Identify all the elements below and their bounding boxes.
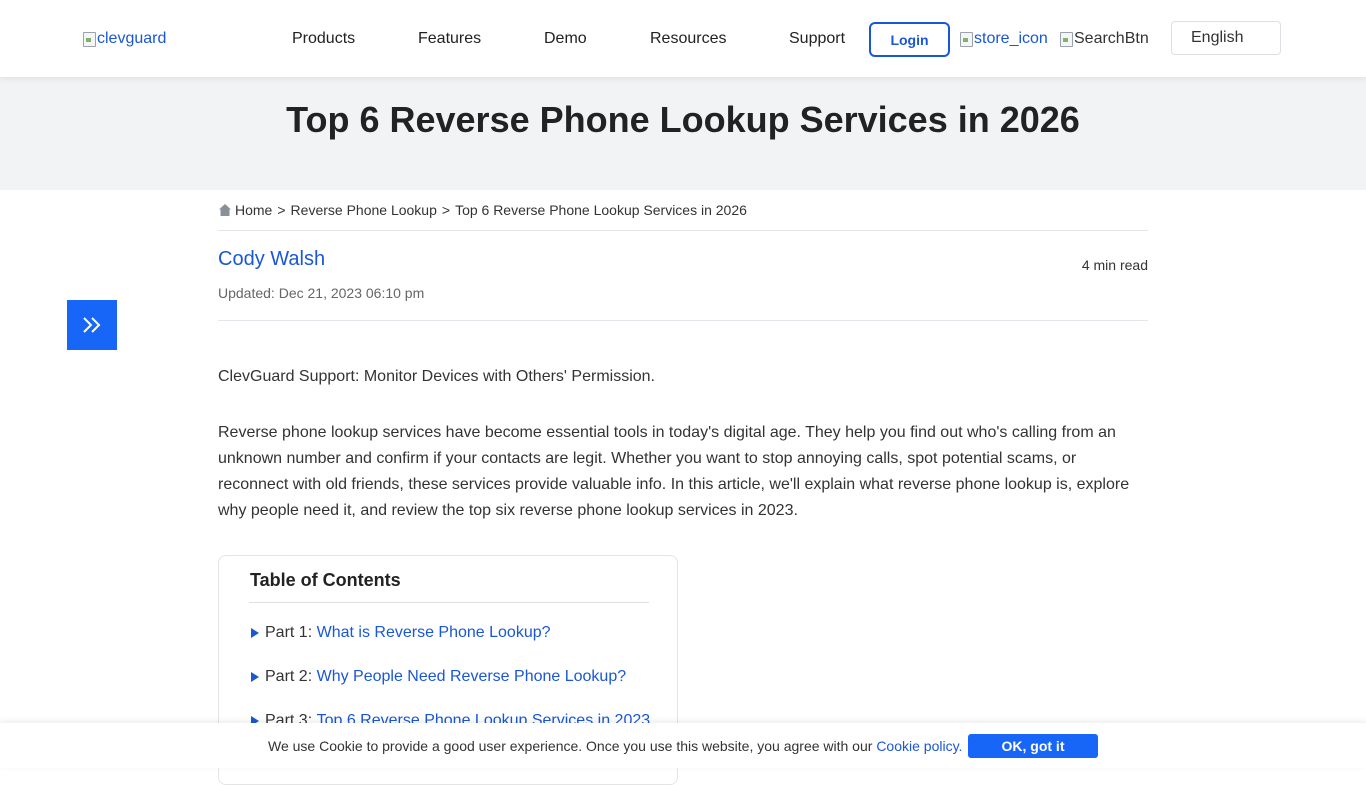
logo-alt-text: clevguard: [97, 30, 167, 47]
breadcrumb-category[interactable]: Reverse Phone Lookup: [291, 202, 437, 218]
breadcrumb-home[interactable]: Home: [235, 202, 272, 218]
nav-features[interactable]: Features: [418, 30, 481, 48]
cookie-banner: We use Cookie to provide a good user exp…: [0, 723, 1366, 768]
toc-title: Table of Contents: [250, 570, 401, 590]
triangle-right-icon: [251, 672, 259, 682]
triangle-right-icon: [251, 628, 259, 638]
breadcrumb-current: Top 6 Reverse Phone Lookup Services in 2…: [455, 202, 747, 218]
nav-demo[interactable]: Demo: [544, 30, 587, 48]
sidebar-toggle-button[interactable]: [67, 300, 117, 350]
nav-support[interactable]: Support: [789, 30, 845, 48]
home-icon: [219, 204, 231, 216]
breadcrumb: Home > Reverse Phone Lookup > Top 6 Reve…: [218, 202, 747, 218]
read-time: 4 min read: [1081, 257, 1148, 273]
language-select[interactable]: English: [1171, 21, 1281, 55]
double-chevron-right-icon: [83, 317, 101, 333]
intro-paragraph: Reverse phone lookup services have becom…: [218, 424, 1130, 519]
page-title: Top 6 Reverse Phone Lookup Services in 2…: [286, 99, 1080, 140]
cookie-message: We use Cookie to provide a good user exp…: [268, 738, 962, 754]
updated-date: Updated: Dec 21, 2023 06:10 pm: [218, 285, 425, 301]
language-value: English: [1191, 29, 1244, 46]
nav-resources[interactable]: Resources: [650, 30, 726, 48]
clevguard-logo[interactable]: clevguard: [83, 30, 166, 48]
toc-link[interactable]: What is Reverse Phone Lookup?: [317, 624, 551, 642]
toc-link[interactable]: Why People Need Reverse Phone Lookup?: [317, 668, 627, 686]
author-link[interactable]: Cody Walsh: [218, 248, 325, 271]
support-note: ClevGuard Support: Monitor Devices with …: [218, 368, 655, 385]
cookie-text: We use Cookie to provide a good user exp…: [268, 738, 873, 754]
store-icon-alt: store_icon: [974, 30, 1048, 47]
broken-image-icon: [960, 31, 973, 47]
cookie-policy-link[interactable]: Cookie policy.: [876, 738, 962, 754]
divider: [218, 230, 1148, 231]
divider: [249, 602, 649, 603]
search-button[interactable]: SearchBtn: [1060, 30, 1149, 48]
broken-image-icon: [1060, 31, 1073, 47]
toc-part: Part 1:: [265, 624, 313, 641]
site-header: clevguard Products Features Demo Resourc…: [0, 0, 1366, 77]
toc-part: Part 2:: [265, 668, 313, 685]
store-icon[interactable]: store_icon: [960, 30, 1048, 48]
divider: [218, 320, 1148, 321]
breadcrumb-separator: >: [277, 202, 286, 218]
search-alt: SearchBtn: [1074, 30, 1149, 47]
login-button[interactable]: Login: [869, 22, 950, 57]
breadcrumb-separator: >: [441, 202, 451, 218]
hero-banner: Top 6 Reverse Phone Lookup Services in 2…: [0, 77, 1366, 190]
toc-item[interactable]: Part 2: Why People Need Reverse Phone Lo…: [251, 668, 626, 686]
cookie-accept-button[interactable]: OK, got it: [968, 734, 1098, 758]
toc-item[interactable]: Part 1: What is Reverse Phone Lookup?: [251, 624, 551, 642]
nav-products[interactable]: Products: [292, 30, 355, 48]
broken-image-icon: [83, 31, 96, 47]
